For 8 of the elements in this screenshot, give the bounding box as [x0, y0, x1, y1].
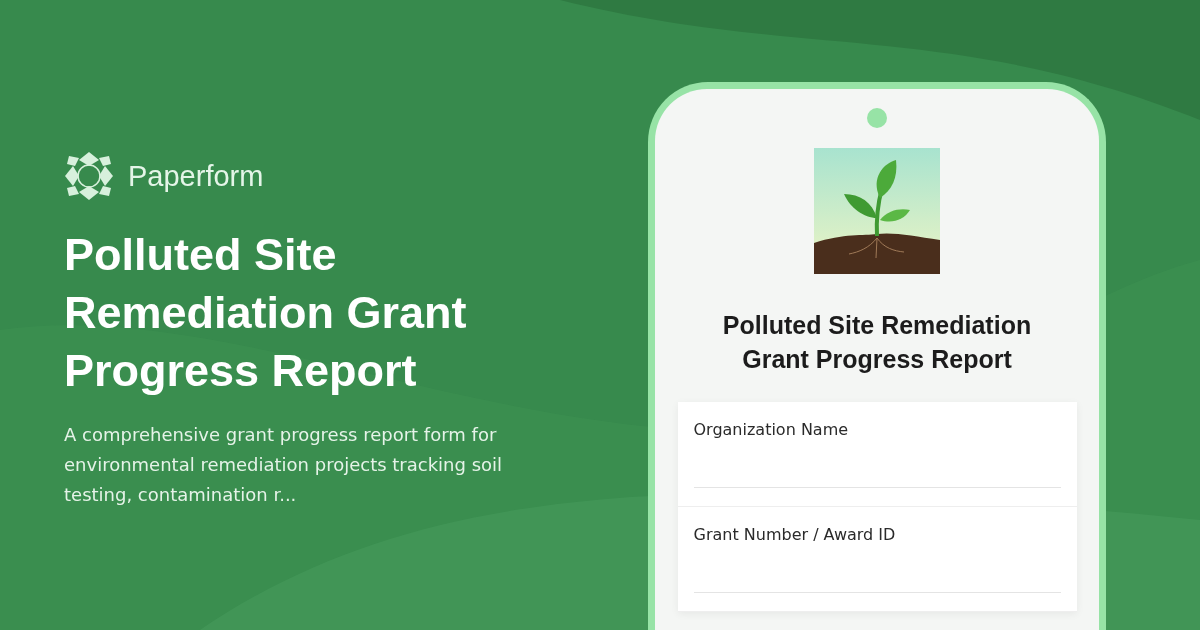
- camera-dot: [867, 108, 887, 128]
- headline: Polluted Site Remediation Grant Progress Report: [64, 228, 468, 398]
- description: A comprehensive grant progress report form for environmental remediation projects tracking soil testing, contamination r...: [64, 423, 504, 507]
- form-title: Polluted Site Remediation Grant Progress Report: [721, 310, 1033, 375]
- brand-name: Paperform: [128, 159, 264, 193]
- logo-icon: [64, 152, 114, 200]
- field-label: Grant Number / Award ID: [693, 525, 897, 544]
- field-label: Organization Name: [693, 420, 850, 439]
